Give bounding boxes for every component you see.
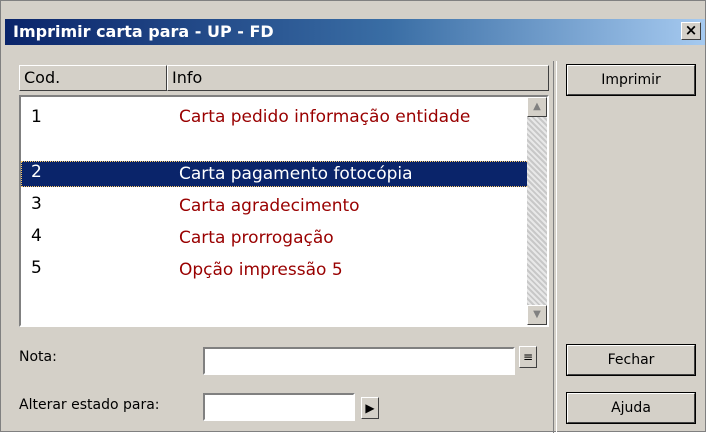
row-code: 2 (31, 162, 42, 182)
fechar-button[interactable]: Fechar (566, 344, 696, 376)
title-bar[interactable]: Imprimir carta para - UP - FD × (5, 19, 705, 45)
estado-field[interactable] (203, 393, 355, 421)
imprimir-button[interactable]: Imprimir (566, 64, 696, 96)
vertical-separator (553, 61, 557, 433)
list-item[interactable]: 4 Carta prorrogação (21, 225, 529, 251)
row-code: 1 (31, 107, 42, 127)
close-button[interactable]: × (681, 22, 701, 40)
list-item[interactable]: 3 Carta agradecimento (21, 193, 529, 219)
ajuda-button[interactable]: Ajuda (566, 392, 696, 424)
letter-list[interactable]: 1 Carta pedido informação entidade 2 Car… (19, 95, 549, 327)
estado-label: Alterar estado para: (19, 397, 160, 413)
scroll-up-button[interactable]: ▲ (527, 97, 547, 117)
row-info: Carta prorrogação (179, 228, 334, 248)
column-header-info[interactable]: Info (167, 65, 549, 91)
list-item[interactable]: 5 Opção impressão 5 (21, 257, 529, 283)
estado-picker-button[interactable]: ▶ (361, 397, 379, 419)
list-item[interactable]: 1 Carta pedido informação entidade (21, 103, 529, 155)
list-header: Cod. Info (19, 65, 549, 91)
letter-list-panel: Cod. Info 1 Carta pedido informação enti… (19, 65, 549, 327)
scroll-down-button[interactable]: ▼ (527, 305, 547, 325)
print-letter-dialog: Imprimir carta para - UP - FD × Cod. Inf… (0, 0, 706, 433)
row-code: 5 (31, 258, 42, 278)
nota-picker-button[interactable]: ≡ (519, 346, 537, 368)
nota-label: Nota: (19, 349, 57, 365)
row-info: Carta pedido informação entidade (179, 107, 471, 127)
row-info: Carta agradecimento (179, 196, 360, 216)
window-title: Imprimir carta para - UP - FD (13, 22, 274, 41)
row-info: Carta pagamento fotocópia (179, 164, 413, 184)
row-info: Opção impressão 5 (179, 260, 343, 280)
column-header-cod[interactable]: Cod. (19, 65, 167, 91)
nota-field[interactable] (203, 347, 515, 375)
list-item[interactable]: 2 Carta pagamento fotocópia (21, 161, 529, 187)
row-code: 4 (31, 226, 42, 246)
vertical-scrollbar[interactable]: ▲ ▼ (527, 97, 547, 325)
row-code: 3 (31, 194, 42, 214)
